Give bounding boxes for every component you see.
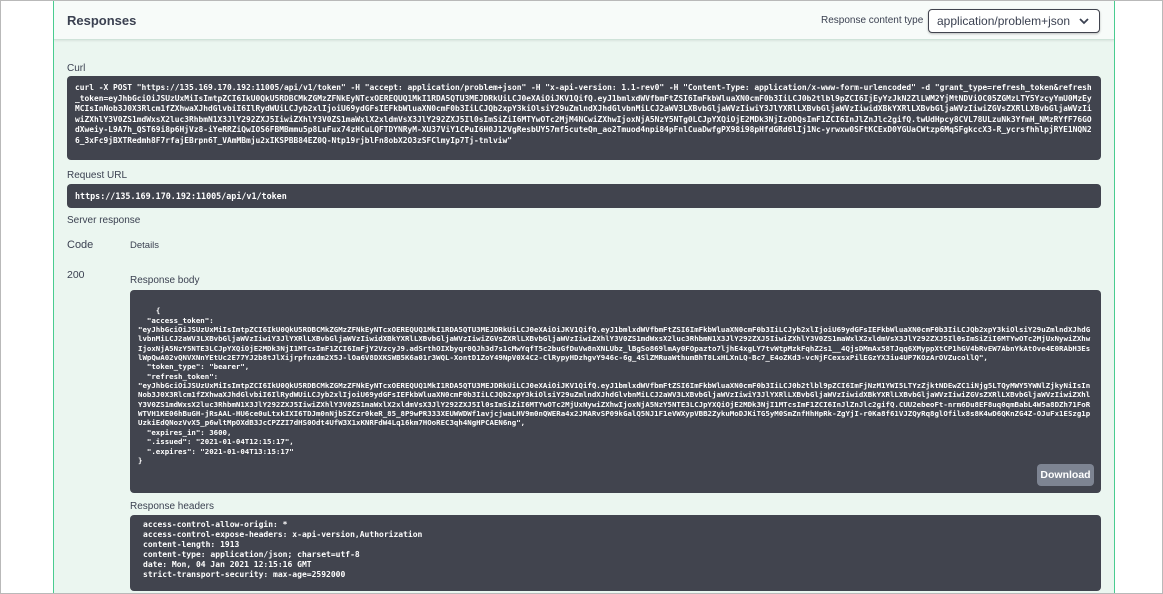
response-headers-block[interactable]: access-control-allow-origin: * access-co… [130,515,1101,591]
request-url-block[interactable]: https://135.169.170.192:11005/api/v1/tok… [67,184,1101,208]
response-body-label: Response body [130,275,200,286]
response-content-type-select[interactable]: application/problem+json [928,9,1100,33]
curl-label: Curl [67,63,86,74]
request-url-label: Request URL [67,170,128,181]
response-content-type-label: Response content type [821,15,924,26]
responses-panel: Responses Response content type applicat… [53,1,1115,593]
response-headers-label: Response headers [130,501,214,512]
download-button[interactable]: Download [1037,464,1094,486]
responses-header: Responses Response content type applicat… [54,1,1114,40]
response-content-type-value: application/problem+json [937,14,1071,28]
server-response-label: Server response [67,215,141,226]
response-status-code: 200 [67,269,85,281]
details-column-header: Details [130,240,160,251]
response-body-block[interactable]: { "access_token": "eyJhbGciOiJSUzUxMiIsI… [130,290,1101,493]
curl-command-block[interactable]: curl -X POST "https://135.169.170.192:11… [67,76,1101,160]
response-body-text: { "access_token": "eyJhbGciOiJSUzUxMiIsI… [138,306,1091,465]
chevron-down-icon [1079,18,1089,25]
responses-title: Responses [67,13,137,28]
code-column-header: Code [67,239,94,251]
